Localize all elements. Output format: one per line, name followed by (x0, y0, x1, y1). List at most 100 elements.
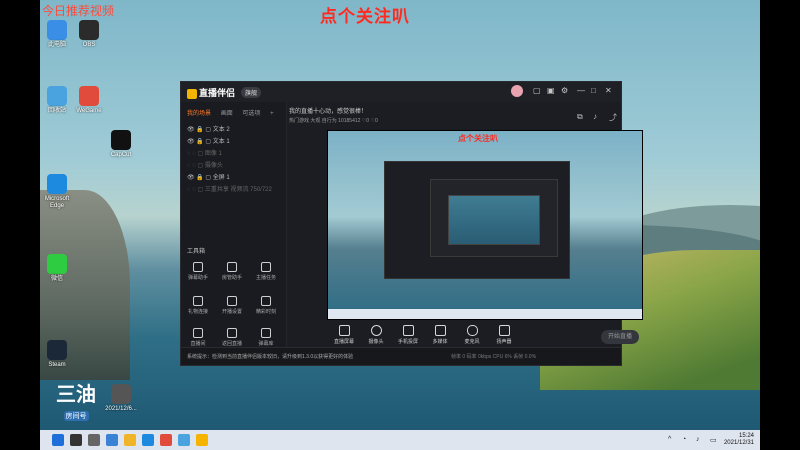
media-button[interactable]: 多媒体 (425, 325, 455, 345)
desktop-icon[interactable]: 微信 (40, 254, 74, 283)
video-file-icon (111, 384, 131, 404)
tool-return[interactable]: 返回直播 (217, 328, 247, 347)
title-bar: 直播伴侣 旗舰 ▢ ▣ ⚙ — □ ✕ (181, 82, 621, 102)
bell-icon[interactable]: ♪ (593, 112, 597, 121)
app-icon[interactable] (178, 434, 190, 446)
capcut-icon (111, 130, 131, 150)
monitor-icon (338, 325, 350, 336)
scene-item[interactable]: 👁 🔒 ▢ 文本 2 (187, 124, 230, 133)
scene-item[interactable]: 👁 🔒 ▢ 全屏 1 (187, 172, 230, 181)
screenshot-icon[interactable]: ⧉ (577, 112, 583, 122)
start-icon[interactable] (52, 434, 64, 446)
status-stats: 帧率 0 码率 0kbps CPU 6% 丢帧 0.0% (451, 354, 537, 360)
watermark-room-label: 房间号 (63, 411, 89, 421)
close-icon[interactable]: ✕ (605, 86, 612, 95)
desktop: 今日推荐视频 点个关注叭 此电脑 OBS 回收站 WeGame Microsof… (40, 0, 760, 450)
network-icon[interactable]: ◔ (682, 436, 686, 443)
gift-icon[interactable]: ▣ (547, 86, 555, 95)
stream-preview[interactable]: 点个关注叭 (327, 130, 643, 320)
start-live-button[interactable]: 开始直播 (601, 330, 639, 344)
speaker-button[interactable]: 扬声器 (489, 325, 519, 345)
tool-danmu[interactable]: 弹幕助手 (183, 262, 213, 281)
wegame-icon (79, 86, 99, 106)
desktop-icon[interactable]: 2021/12/6... (104, 384, 138, 413)
scene-item[interactable]: ◌ ◌ ▢ 图像 1 (187, 148, 222, 157)
nested-window (448, 195, 540, 245)
tool-room-admin[interactable]: 房管助手 (217, 262, 247, 281)
microphone-icon (466, 325, 478, 336)
camera-button[interactable]: 摄像头 (361, 325, 391, 345)
stream-title[interactable]: 我的直播十心动，感觉很棒！ (289, 106, 367, 115)
widgets-icon[interactable] (106, 434, 118, 446)
task-view-icon[interactable] (88, 434, 100, 446)
avatar[interactable] (511, 85, 523, 97)
edge-icon (47, 174, 67, 194)
message-icon[interactable]: ▢ (533, 86, 541, 95)
share-icon[interactable]: ⤴ (609, 112, 617, 123)
clock-time: 15:24 (738, 433, 754, 439)
logo-icon (187, 88, 197, 99)
maximize-icon[interactable]: □ (591, 86, 596, 95)
sidebar-tabs: 我的场景 画面 可选项 + (187, 108, 282, 117)
taskbar: ^ ◔ ♪ ▭ 15:24 2021/12/31 (40, 430, 760, 450)
scene-item[interactable]: 👁 🔒 ▢ 文本 1 (187, 136, 230, 145)
tab-options[interactable]: 可选项 (242, 111, 260, 117)
edge-icon[interactable] (142, 434, 154, 446)
admin-icon (227, 262, 237, 272)
task-icon (261, 262, 271, 272)
source-toolbar: 直播屏幕 摄像头 手机投屏 多媒体 麦克风 扬声器 (327, 325, 623, 347)
toolbox-title: 工具箱 (187, 249, 206, 255)
tab-my-scenes[interactable]: 我的场景 (187, 111, 211, 117)
desktop-icon[interactable]: OBS (72, 20, 106, 49)
download-icon (227, 296, 237, 306)
highlight-icon (261, 296, 271, 306)
media-icon (434, 325, 446, 336)
file-explorer-icon[interactable] (124, 434, 136, 446)
speaker-icon (498, 325, 510, 336)
desktop-icon[interactable]: Microsoft Edge (40, 174, 74, 210)
tool-highlights[interactable]: 精彩时刻 (251, 296, 281, 315)
add-icon[interactable]: + (270, 111, 274, 117)
letterbox-left (0, 0, 40, 450)
microphone-button[interactable]: 麦克风 (457, 325, 487, 345)
screen-capture-button[interactable]: 直播屏幕 (329, 325, 359, 345)
tab-screen[interactable]: 画面 (221, 111, 233, 117)
battery-icon[interactable]: ▭ (710, 436, 717, 444)
desktop-icon[interactable]: WeGame (72, 86, 106, 115)
version-badge[interactable]: 旗舰 (241, 87, 262, 98)
watermark-logo: 三油 (56, 384, 96, 406)
tool-settings[interactable]: 开播设置 (217, 296, 247, 315)
scene-item[interactable]: ◌ ◌ ▢ 摄像头 (187, 160, 223, 169)
gift-icon (193, 296, 203, 306)
desktop-icon[interactable]: 回收站 (40, 86, 74, 115)
desktop-icon[interactable]: CapCut (104, 130, 138, 159)
scene-item[interactable]: ◌ ◌ ▢ 三重共享 视频流 750/722 (187, 184, 272, 193)
desktop-icon[interactable]: 此电脑 (40, 20, 74, 49)
phone-cast-button[interactable]: 手机投屏 (393, 325, 423, 345)
desktop-icon[interactable]: Steam (40, 340, 74, 369)
minimize-icon[interactable]: — (577, 86, 585, 95)
tool-gift[interactable]: 礼物连接 (183, 296, 213, 315)
promo-overlay-text: 点个关注叭 (320, 7, 410, 26)
volume-icon[interactable]: ♪ (696, 436, 700, 443)
settings-icon[interactable]: ⚙ (561, 86, 568, 95)
app-icon[interactable] (160, 434, 172, 446)
tool-danmu-lib[interactable]: 弹幕库 (251, 328, 281, 347)
sidebar: 我的场景 画面 可选项 + 👁 🔒 ▢ 文本 2 👁 🔒 ▢ 文本 1 ◌ ◌ … (181, 102, 287, 347)
watermark: 三油 房间号 (56, 385, 96, 423)
stream-meta: 热门游戏 大观 自行为 10185412 ♡0 ♡0 (289, 118, 378, 124)
clock[interactable]: 15:24 2021/12/31 (724, 433, 754, 447)
live-companion-icon[interactable] (196, 434, 208, 446)
danmu-icon (193, 262, 203, 272)
tool-room[interactable]: 直播间 (183, 328, 213, 347)
library-icon (261, 328, 271, 338)
search-icon[interactable] (70, 434, 82, 446)
recycle-bin-icon (47, 86, 67, 106)
tool-tasks[interactable]: 主播任务 (251, 262, 281, 281)
obs-icon (79, 20, 99, 40)
clock-date: 2021/12/31 (723, 440, 754, 446)
chevron-up-icon[interactable]: ^ (668, 436, 671, 443)
pc-icon (47, 20, 67, 40)
wechat-icon (47, 254, 67, 274)
status-message: 系统提示：检测到当前直播伴侣版本较旧，请升级到1.3.0以获得更好的体验 (187, 354, 354, 360)
